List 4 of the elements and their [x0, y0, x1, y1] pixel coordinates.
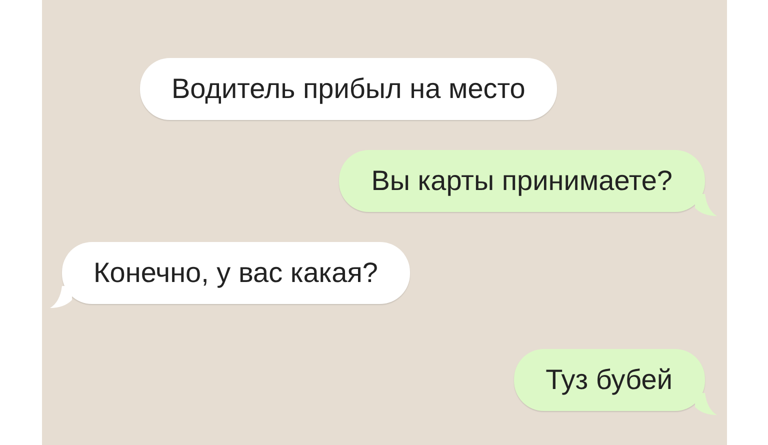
incoming-message: Конечно, у вас какая?	[62, 242, 410, 304]
outgoing-message: Вы карты принимаете?	[339, 150, 704, 212]
outgoing-message: Туз бубей	[514, 349, 704, 411]
incoming-message: Водитель прибыл на место	[140, 58, 558, 120]
